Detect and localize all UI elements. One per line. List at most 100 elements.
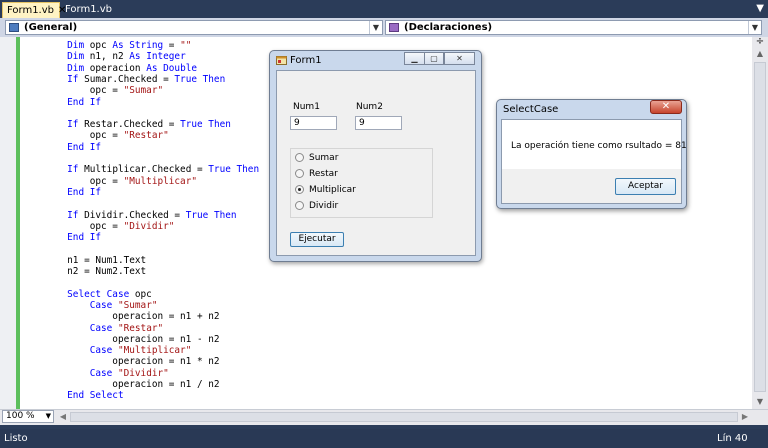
code-line[interactable]: End If <box>22 187 101 198</box>
scroll-down-icon[interactable]: ▼ <box>752 396 768 408</box>
num2-field[interactable]: 9 <box>355 116 402 130</box>
code-line[interactable]: opc = "Dividir" <box>22 220 175 232</box>
code-text-token: Multiplicar.Checked = <box>78 164 209 176</box>
code-line[interactable]: If Multiplicar.Checked = True Then <box>22 164 259 175</box>
radio-circle[interactable] <box>295 169 304 178</box>
scroll-up-icon[interactable]: ▲ <box>752 48 768 60</box>
dialog-message: La operación tiene como rsultado = 81 <box>511 141 687 151</box>
ejecutar-button[interactable]: Ejecutar <box>290 232 344 247</box>
chevron-down-icon[interactable]: ▼ <box>748 21 761 34</box>
document-tab-strip: Form1.vb✕ Form1.vb [Diseño] ▼ <box>0 0 768 31</box>
code-keyword: Then <box>202 73 226 85</box>
zoom-combo[interactable]: 100 % ▼ <box>2 410 54 423</box>
code-keyword: Case <box>89 322 113 334</box>
code-line[interactable]: Case "Restar" <box>22 323 163 334</box>
close-icon[interactable]: ✕ <box>650 100 682 114</box>
code-line[interactable]: Select Case opc <box>22 289 152 300</box>
code-line[interactable]: opc = "Restar" <box>22 130 169 141</box>
minimize-icon[interactable]: ▁ <box>404 52 425 65</box>
close-icon[interactable]: ✕ <box>444 52 475 65</box>
code-line[interactable]: If Dividir.Checked = True Then <box>22 209 236 221</box>
radio-circle[interactable] <box>295 201 304 210</box>
tab-list-dropdown-icon[interactable]: ▼ <box>756 3 764 14</box>
horizontal-scroll-thumb[interactable] <box>70 412 738 422</box>
code-line[interactable]: Dim n1, n2 As Integer <box>22 51 186 62</box>
window-title: Form1 <box>290 55 322 66</box>
code-line[interactable]: Case "Sumar" <box>22 299 158 311</box>
radio-label: Restar <box>309 169 338 179</box>
scroll-left-icon[interactable]: ◀ <box>58 410 68 423</box>
code-string: "Sumar" <box>117 299 158 311</box>
code-line[interactable]: End If <box>22 232 101 243</box>
code-string: "Sumar" <box>123 85 164 97</box>
code-text-token: operacion = n1 + n2 <box>22 311 220 323</box>
chevron-down-icon[interactable]: ▼ <box>369 21 382 34</box>
code-string: "" <box>180 40 192 51</box>
splitter-icon[interactable]: ÷ <box>752 37 768 47</box>
aceptar-button[interactable]: Aceptar <box>615 178 676 195</box>
code-keyword: True <box>208 164 231 176</box>
code-line[interactable]: n1 = Num1.Text <box>22 255 146 266</box>
code-text-token: operacion <box>84 62 147 74</box>
code-line[interactable]: operacion = n1 - n2 <box>22 334 219 345</box>
code-line[interactable]: End If <box>22 97 101 108</box>
code-text-token: opc = <box>22 220 124 232</box>
code-keyword: String <box>129 40 164 51</box>
code-line[interactable]: End Select <box>22 390 123 401</box>
tab-form1-vb[interactable]: Form1.vb ✕ <box>2 2 66 18</box>
code-line[interactable]: operacion = n1 + n2 <box>22 311 220 323</box>
code-line[interactable]: opc = "Sumar" <box>22 85 163 96</box>
num1-label: Num1 <box>293 102 320 112</box>
code-text-token: Sumar.Checked = <box>78 73 175 85</box>
code-line[interactable]: Dim opc As String = "" <box>22 40 191 51</box>
method-name-combo[interactable]: (Declaraciones) ▼ <box>385 20 762 35</box>
code-line[interactable]: Case "Dividir" <box>22 368 169 379</box>
code-line[interactable]: operacion = n1 / n2 <box>22 379 219 390</box>
code-line[interactable]: End If <box>22 142 101 153</box>
radio-circle-selected[interactable] <box>295 185 304 194</box>
code-text-token: Dividir.Checked = <box>78 209 186 221</box>
code-line[interactable]: If Sumar.Checked = True Then <box>22 74 225 85</box>
code-keyword: End If <box>67 186 102 198</box>
scroll-right-icon[interactable]: ▶ <box>740 410 750 423</box>
code-line[interactable]: Dim operacion As Double <box>22 63 197 74</box>
code-text-token: n1, n2 <box>84 51 130 63</box>
code-text-token: opc = <box>22 175 124 187</box>
navigation-bar: (General) ▼ (Declaraciones) ▼ <box>0 18 768 38</box>
chevron-down-icon[interactable]: ▼ <box>46 411 51 422</box>
code-line[interactable]: n2 = Num2.Text <box>22 266 146 277</box>
code-line[interactable]: Case "Multiplicar" <box>22 345 192 356</box>
radio-label: Dividir <box>309 201 339 211</box>
radio-circle[interactable] <box>295 153 304 162</box>
code-keyword: True <box>180 119 203 131</box>
class-icon <box>9 23 19 32</box>
code-text-token: Restar.Checked = <box>78 119 181 131</box>
code-keyword: As <box>112 40 124 51</box>
code-string: "Dividir" <box>117 367 169 379</box>
num1-field[interactable]: 9 <box>290 116 337 130</box>
maximize-icon[interactable]: ▢ <box>424 52 444 65</box>
class-name-combo[interactable]: (General) ▼ <box>5 20 383 35</box>
code-keyword: If <box>67 119 79 131</box>
code-keyword: Then <box>236 164 260 176</box>
code-line[interactable]: opc = "Multiplicar" <box>22 176 197 187</box>
code-keyword: End If <box>67 141 102 153</box>
num2-label: Num2 <box>356 102 383 112</box>
code-line[interactable]: If Restar.Checked = True Then <box>22 119 231 130</box>
code-keyword: End If <box>67 96 102 108</box>
tab-form1-designer[interactable]: Form1.vb [Diseño] <box>61 2 161 31</box>
code-keyword: True <box>174 73 197 85</box>
code-line[interactable]: operacion = n1 * n2 <box>22 356 219 367</box>
vertical-scroll-thumb[interactable] <box>754 62 766 392</box>
code-keyword: End If <box>67 232 102 244</box>
code-text-token: opc <box>84 40 113 51</box>
